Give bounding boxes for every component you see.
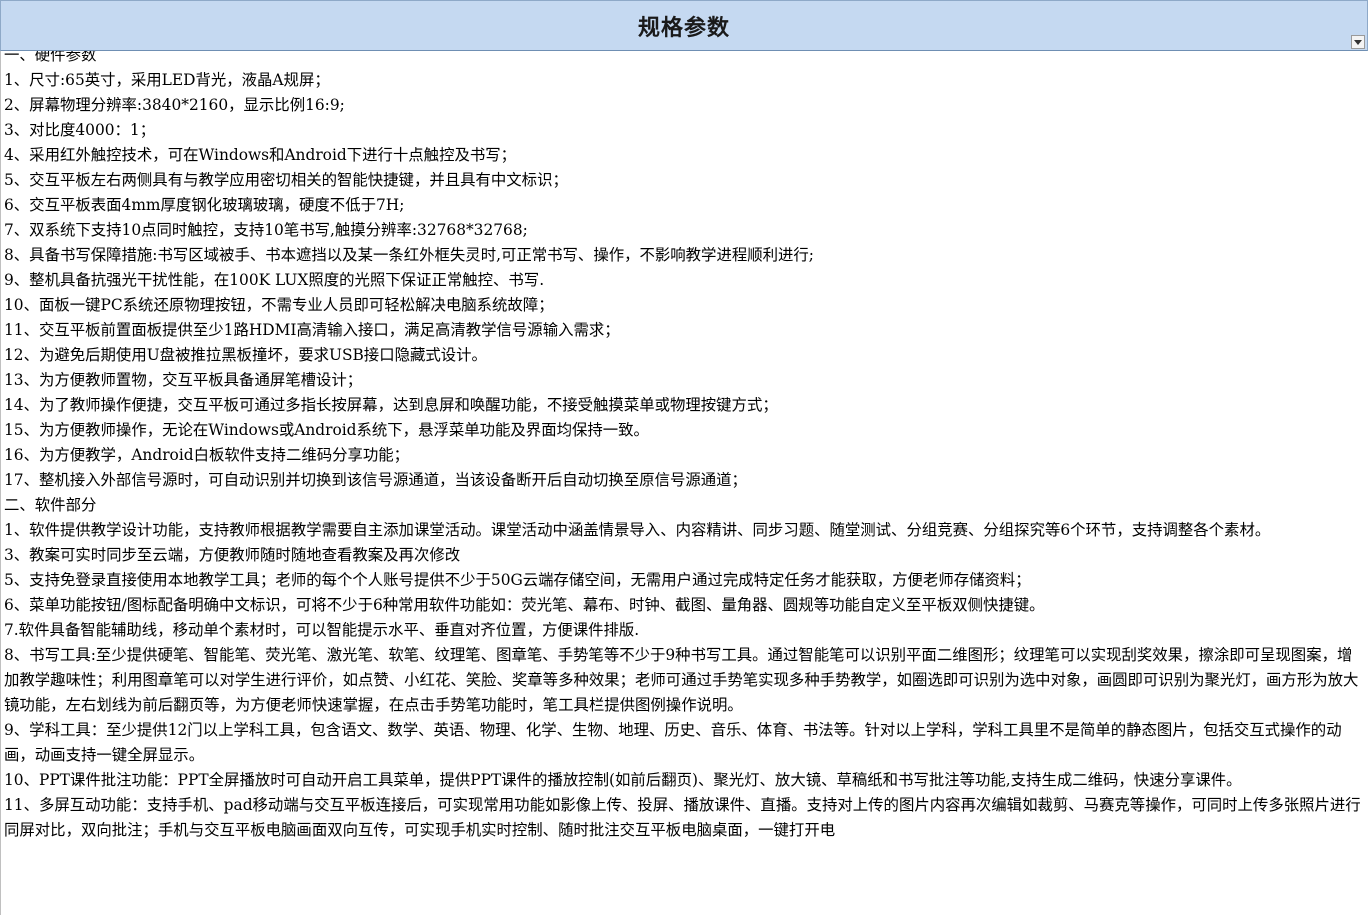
content-cell[interactable]: 一、硬件参数 1、尺寸:65英寸，采用LED背光，液晶A规屏； 2、屏幕物理分辨率:… <box>0 51 1366 915</box>
spec-line: 2、屏幕物理分辨率:3840*2160，显示比例16:9; <box>4 96 345 114</box>
spec-line: 7.软件具备智能辅助线，移动单个素材时，可以智能提示水平、垂直对齐位置，方便课件… <box>4 621 640 639</box>
spec-line: 9、整机具备抗强光干扰性能，在100K LUX照度的光照下保证正常触控、书写. <box>4 271 545 289</box>
spec-line: 1、软件提供教学设计功能，支持教师根据教学需要自主添加课堂活动。课堂活动中涵盖情… <box>4 521 1271 539</box>
spec-line: 15、为方便教师操作，无论在Windows或Android系统下，悬浮菜单功能及… <box>4 421 649 439</box>
spec-line: 1、尺寸:65英寸，采用LED背光，液晶A规屏； <box>4 71 330 89</box>
spec-line: 11、多屏互动功能：支持手机、pad移动端与交互平板连接后，可实现常用功能如影像… <box>4 796 1361 839</box>
spec-line: 10、面板一键PC系统还原物理按钮，不需专业人员即可轻松解决电脑系统故障； <box>4 296 554 314</box>
spec-line: 9、学科工具：至少提供12门以上学科工具，包含语文、数学、英语、物理、化学、生物… <box>4 721 1342 764</box>
filter-dropdown-button[interactable] <box>1351 35 1365 49</box>
spec-line: 5、交互平板左右两侧具有与教学应用密切相关的智能快捷键，并且具有中文标识； <box>4 171 568 189</box>
spec-line: 二、软件部分 <box>4 496 97 514</box>
spec-line: 14、为了教师操作便捷，交互平板可通过多指长按屏幕，达到息屏和唤醒功能，不接受触… <box>4 396 778 414</box>
spec-line: 8、书写工具:至少提供硬笔、智能笔、荧光笔、激光笔、软笔、纹理笔、图章笔、手势笔… <box>4 646 1359 714</box>
spec-line: 3、对比度4000：1； <box>4 121 156 139</box>
spec-line: 5、支持免登录直接使用本地教学工具；老师的每个个人账号提供不少于50G云端存储空… <box>4 571 1031 589</box>
header-cell[interactable]: 规格参数 <box>0 0 1368 51</box>
spec-line: 12、为避免后期使用U盘被推拉黑板撞坏，要求USB接口隐藏式设计。 <box>4 346 487 364</box>
spec-line: 13、为方便教师置物，交互平板具备通屏笔槽设计； <box>4 371 363 389</box>
spec-line: 4、采用红外触控技术，可在Windows和Android下进行十点触控及书写； <box>4 146 517 164</box>
chevron-down-icon <box>1354 39 1362 45</box>
spec-line: 16、为方便教学，Android白板软件支持二维码分享功能； <box>4 446 410 464</box>
spec-line: 17、整机接入外部信号源时，可自动识别并切换到该信号源通道，当该设备断开后自动切… <box>4 471 747 489</box>
spec-line: 3、教案可实时同步至云端，方便教师随时随地查看教案及再次修改 <box>4 546 461 564</box>
spec-line: 10、PPT课件批注功能：PPT全屏播放时可自动开启工具菜单，提供PPT课件的播… <box>4 771 1242 789</box>
spec-line: 8、具备书写保障措施:书写区域被手、书本遮挡以及某一条红外框失灵时,可正常书写、… <box>4 246 814 264</box>
spreadsheet-view: 规格参数 一、硬件参数 1、尺寸:65英寸，采用LED背光，液晶A规屏； 2、屏幕物… <box>0 0 1368 915</box>
header-title: 规格参数 <box>637 15 730 41</box>
spec-line: 6、交互平板表面4mm厚度钢化玻璃玻璃，硬度不低于7H; <box>4 196 405 214</box>
spec-line: 一、硬件参数 <box>4 51 97 64</box>
spec-line: 6、菜单功能按钮/图标配备明确中文标识，可将不少于6种常用软件功能如：荧光笔、幕… <box>4 596 1045 614</box>
spec-line: 11、交互平板前置面板提供至少1路HDMI高清输入接口，满足高清教学信号源输入需… <box>4 321 620 339</box>
spec-text: 一、硬件参数 1、尺寸:65英寸，采用LED背光，液晶A规屏； 2、屏幕物理分辨率:… <box>1 51 1366 843</box>
spec-line: 7、双系统下支持10点同时触控，支持10笔书写,触摸分辨率:32768*3276… <box>4 221 528 239</box>
